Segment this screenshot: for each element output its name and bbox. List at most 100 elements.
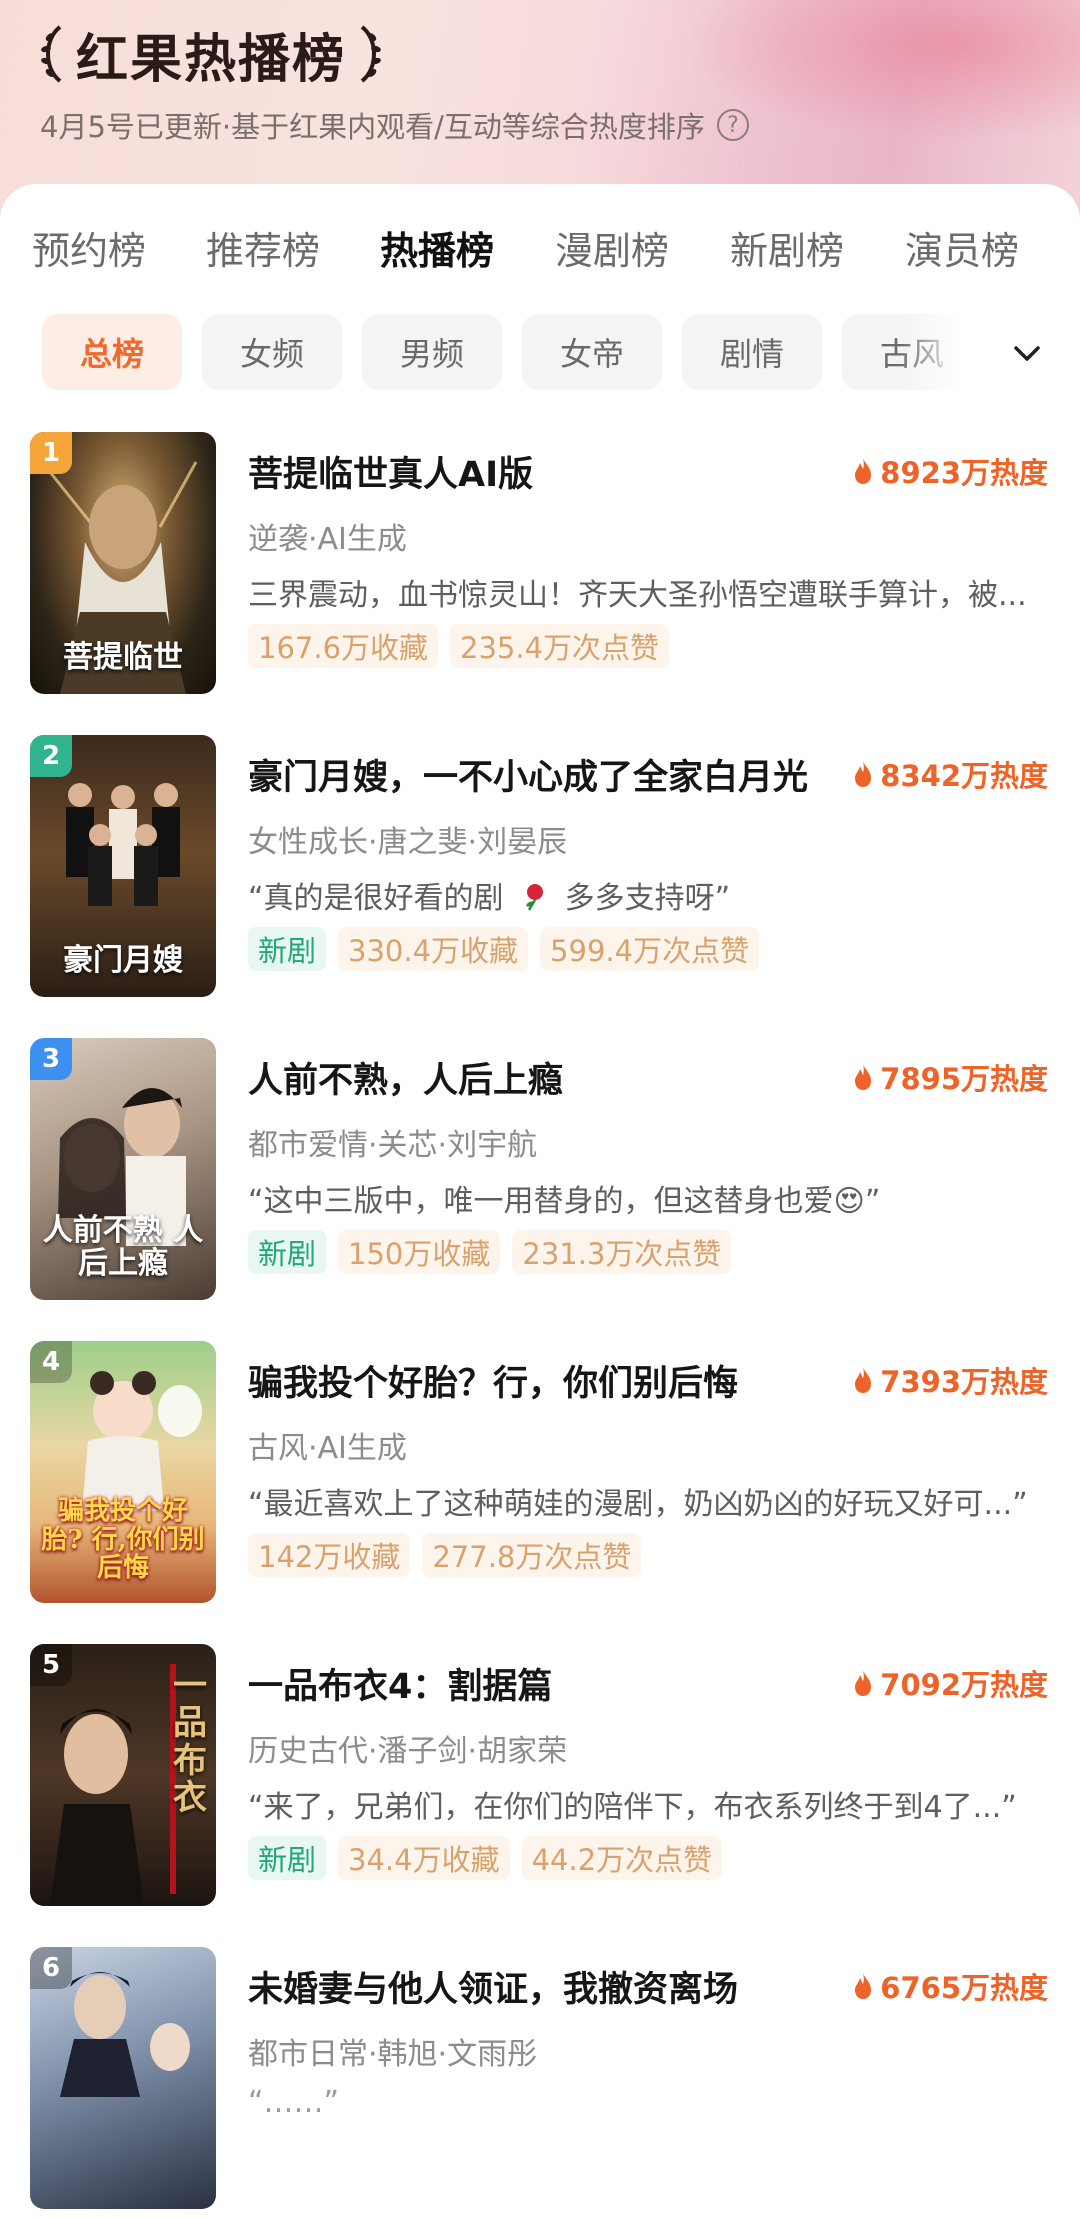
poster-title: 豪门月嫂	[63, 943, 183, 978]
drama-description: “真的是很好看的剧 多多支持呀”	[248, 873, 1048, 917]
stat-badges: 142万收藏 277.8万次点赞	[248, 1533, 642, 1577]
update-subtitle: 4月5号已更新·基于红果内观看/互动等综合热度排序	[40, 110, 705, 144]
chip-overall[interactable]: 总榜	[42, 314, 182, 390]
laurel-left-icon	[41, 25, 62, 83]
likes-badge: 44.2万次点赞	[521, 1836, 723, 1880]
drama-list-item[interactable]: 3 人前不熟 人后上瘾 人前不熟，人后上瘾 7895万热度 都市爱情·关芯·刘宇…	[0, 1038, 1080, 1308]
drama-tags: 女性成长·唐之斐·刘晏辰	[248, 825, 568, 860]
favorites-badge: 150万收藏	[338, 1230, 501, 1274]
drama-title[interactable]: 人前不熟，人后上瘾	[248, 1052, 563, 1103]
poster-title: 一品布衣	[173, 1666, 207, 1819]
flame-icon	[855, 1064, 872, 1090]
poster-title: 骗我投个好胎? 行,你们别后悔	[41, 1496, 205, 1584]
heat-value: 6765万热度	[880, 1971, 1048, 2005]
drama-tags: 都市爱情·关芯·刘宇航	[248, 1128, 538, 1163]
chips-fade	[900, 314, 1080, 390]
drama-poster[interactable]: 5 一品布衣	[30, 1644, 216, 1906]
likes-badge: 235.4万次点赞	[450, 624, 670, 668]
heat-score: 7092万热度	[852, 1662, 1048, 1704]
ranking-tabs: 预约榜 推荐榜 热播榜 漫剧榜 新剧榜 演员榜	[0, 220, 1080, 280]
tab-recommend[interactable]: 推荐榜	[206, 220, 320, 275]
stat-badges: 新剧 150万收藏 231.3万次点赞	[248, 1230, 732, 1274]
heat-value: 7895万热度	[880, 1062, 1048, 1096]
flame-icon	[855, 761, 872, 787]
drama-description: 三界震动，血书惊灵山！齐天大圣孙悟空遭联手算计，被...	[248, 578, 1027, 613]
chip-male[interactable]: 男频	[362, 314, 502, 390]
heat-value: 8342万热度	[880, 759, 1048, 793]
category-chips: 总榜 女频 男频 女帝 剧情 古风	[0, 314, 1080, 390]
flame-icon	[855, 1973, 872, 1999]
stat-badges: 新剧 330.4万收藏 599.4万次点赞	[248, 927, 760, 971]
update-info: 4月5号已更新·基于红果内观看/互动等综合热度排序 ?	[40, 104, 749, 146]
drama-list-item[interactable]: 2 豪门月嫂 豪门月嫂，一不小心成了全家白月光 8342万热度 女性成长·唐之斐…	[0, 735, 1080, 1005]
drama-description: “来了，兄弟们，在你们的陪伴下，布衣系列终于到4了...”	[248, 1790, 1017, 1825]
rank-badge: 5	[30, 1644, 72, 1686]
page-title-row: 红果热播榜	[38, 14, 384, 94]
drama-title[interactable]: 未婚妻与他人领证，我撤资离场	[248, 1961, 738, 2012]
new-drama-badge: 新剧	[248, 1230, 327, 1274]
poster-title: 人前不熟 人后上瘾	[42, 1213, 204, 1281]
favorites-badge: 330.4万收藏	[338, 927, 529, 971]
description-start: “真的是很好看的剧	[248, 881, 504, 916]
drama-tags: 历史古代·潘子剑·胡家荣	[248, 1734, 568, 1769]
drama-poster[interactable]: 3 人前不熟 人后上瘾	[30, 1038, 216, 1300]
ranking-card: 预约榜 推荐榜 热播榜 漫剧榜 新剧榜 演员榜 总榜 女频 男频 女帝 剧情 古…	[0, 184, 1080, 2209]
chip-plot[interactable]: 剧情	[682, 314, 822, 390]
drama-list-item[interactable]: 6 未婚妻与他人领证，我撤资离场 6765万热度 都市日常·韩旭·文雨彤 “………	[0, 1947, 1080, 2217]
chip-female[interactable]: 女频	[202, 314, 342, 390]
drama-poster[interactable]: 1 菩提临世	[30, 432, 216, 694]
tab-hot-playing[interactable]: 热播榜	[380, 220, 494, 275]
new-drama-badge: 新剧	[248, 927, 327, 971]
favorites-badge: 34.4万收藏	[338, 1836, 510, 1880]
tab-actor[interactable]: 演员榜	[905, 220, 1019, 275]
heat-score: 7895万热度	[852, 1056, 1048, 1098]
flame-icon	[855, 1670, 872, 1696]
heat-score: 8923万热度	[852, 450, 1048, 492]
chevron-down-icon[interactable]	[1010, 336, 1044, 370]
favorites-badge: 167.6万收藏	[248, 624, 439, 668]
drama-description: “这中三版中，唯一用替身的，但这替身也爱😍”	[248, 1184, 881, 1219]
laurel-right-icon	[360, 25, 381, 83]
tab-new-drama[interactable]: 新剧榜	[730, 220, 844, 275]
drama-tags: 古风·AI生成	[248, 1431, 407, 1466]
drama-title[interactable]: 菩提临世真人AI版	[248, 446, 533, 497]
drama-title[interactable]: 骗我投个好胎？行，你们别后悔	[248, 1355, 738, 1406]
likes-badge: 277.8万次点赞	[422, 1533, 642, 1577]
rank-badge: 2	[30, 735, 72, 777]
drama-poster[interactable]: 4 骗我投个好胎? 行,你们别后悔	[30, 1341, 216, 1603]
drama-poster[interactable]: 2 豪门月嫂	[30, 735, 216, 997]
page-title: 红果热播榜	[76, 29, 347, 90]
drama-title[interactable]: 一品布衣4：割据篇	[248, 1658, 552, 1709]
heat-score: 8342万热度	[852, 753, 1048, 795]
rose-emoji-icon	[526, 884, 544, 911]
drama-list-item[interactable]: 1 菩提临世 菩提临世真人AI版 8923万热度 逆袭·AI生成 三界震动，血书…	[0, 432, 1080, 702]
rank-badge: 4	[30, 1341, 72, 1383]
likes-badge: 599.4万次点赞	[540, 927, 760, 971]
rank-badge: 1	[30, 432, 72, 474]
heat-value: 8923万热度	[880, 456, 1048, 490]
drama-list-item[interactable]: 5 一品布衣 一品布衣4：割据篇 7092万热度 历史古代·潘子剑·胡家荣 “来…	[0, 1644, 1080, 1914]
poster-title: 菩提临世	[63, 640, 183, 675]
rank-badge: 3	[30, 1038, 72, 1080]
drama-description: “……”	[248, 2085, 340, 2120]
drama-poster[interactable]: 6	[30, 1947, 216, 2209]
tab-reservation[interactable]: 预约榜	[32, 220, 146, 275]
heat-value: 7092万热度	[880, 1668, 1048, 1702]
stat-badges: 167.6万收藏 235.4万次点赞	[248, 624, 670, 668]
heat-score: 6765万热度	[852, 1965, 1048, 2007]
likes-badge: 231.3万次点赞	[512, 1230, 732, 1274]
flame-icon	[855, 1367, 872, 1393]
stat-badges: 新剧 34.4万收藏 44.2万次点赞	[248, 1836, 723, 1880]
question-circle-icon[interactable]: ?	[716, 109, 749, 141]
drama-title[interactable]: 豪门月嫂，一不小心成了全家白月光	[248, 749, 808, 800]
favorites-badge: 142万收藏	[248, 1533, 411, 1577]
drama-list-item[interactable]: 4 骗我投个好胎? 行,你们别后悔 骗我投个好胎？行，你们别后悔 7393万热度…	[0, 1341, 1080, 1611]
heat-value: 7393万热度	[880, 1365, 1048, 1399]
rank-badge: 6	[30, 1947, 72, 1989]
new-drama-badge: 新剧	[248, 1836, 327, 1880]
chip-empress[interactable]: 女帝	[522, 314, 662, 390]
description-end: 多多支持呀”	[564, 881, 731, 916]
tab-comic-drama[interactable]: 漫剧榜	[555, 220, 669, 275]
drama-tags: 逆袭·AI生成	[248, 522, 407, 557]
flame-icon	[855, 458, 872, 484]
